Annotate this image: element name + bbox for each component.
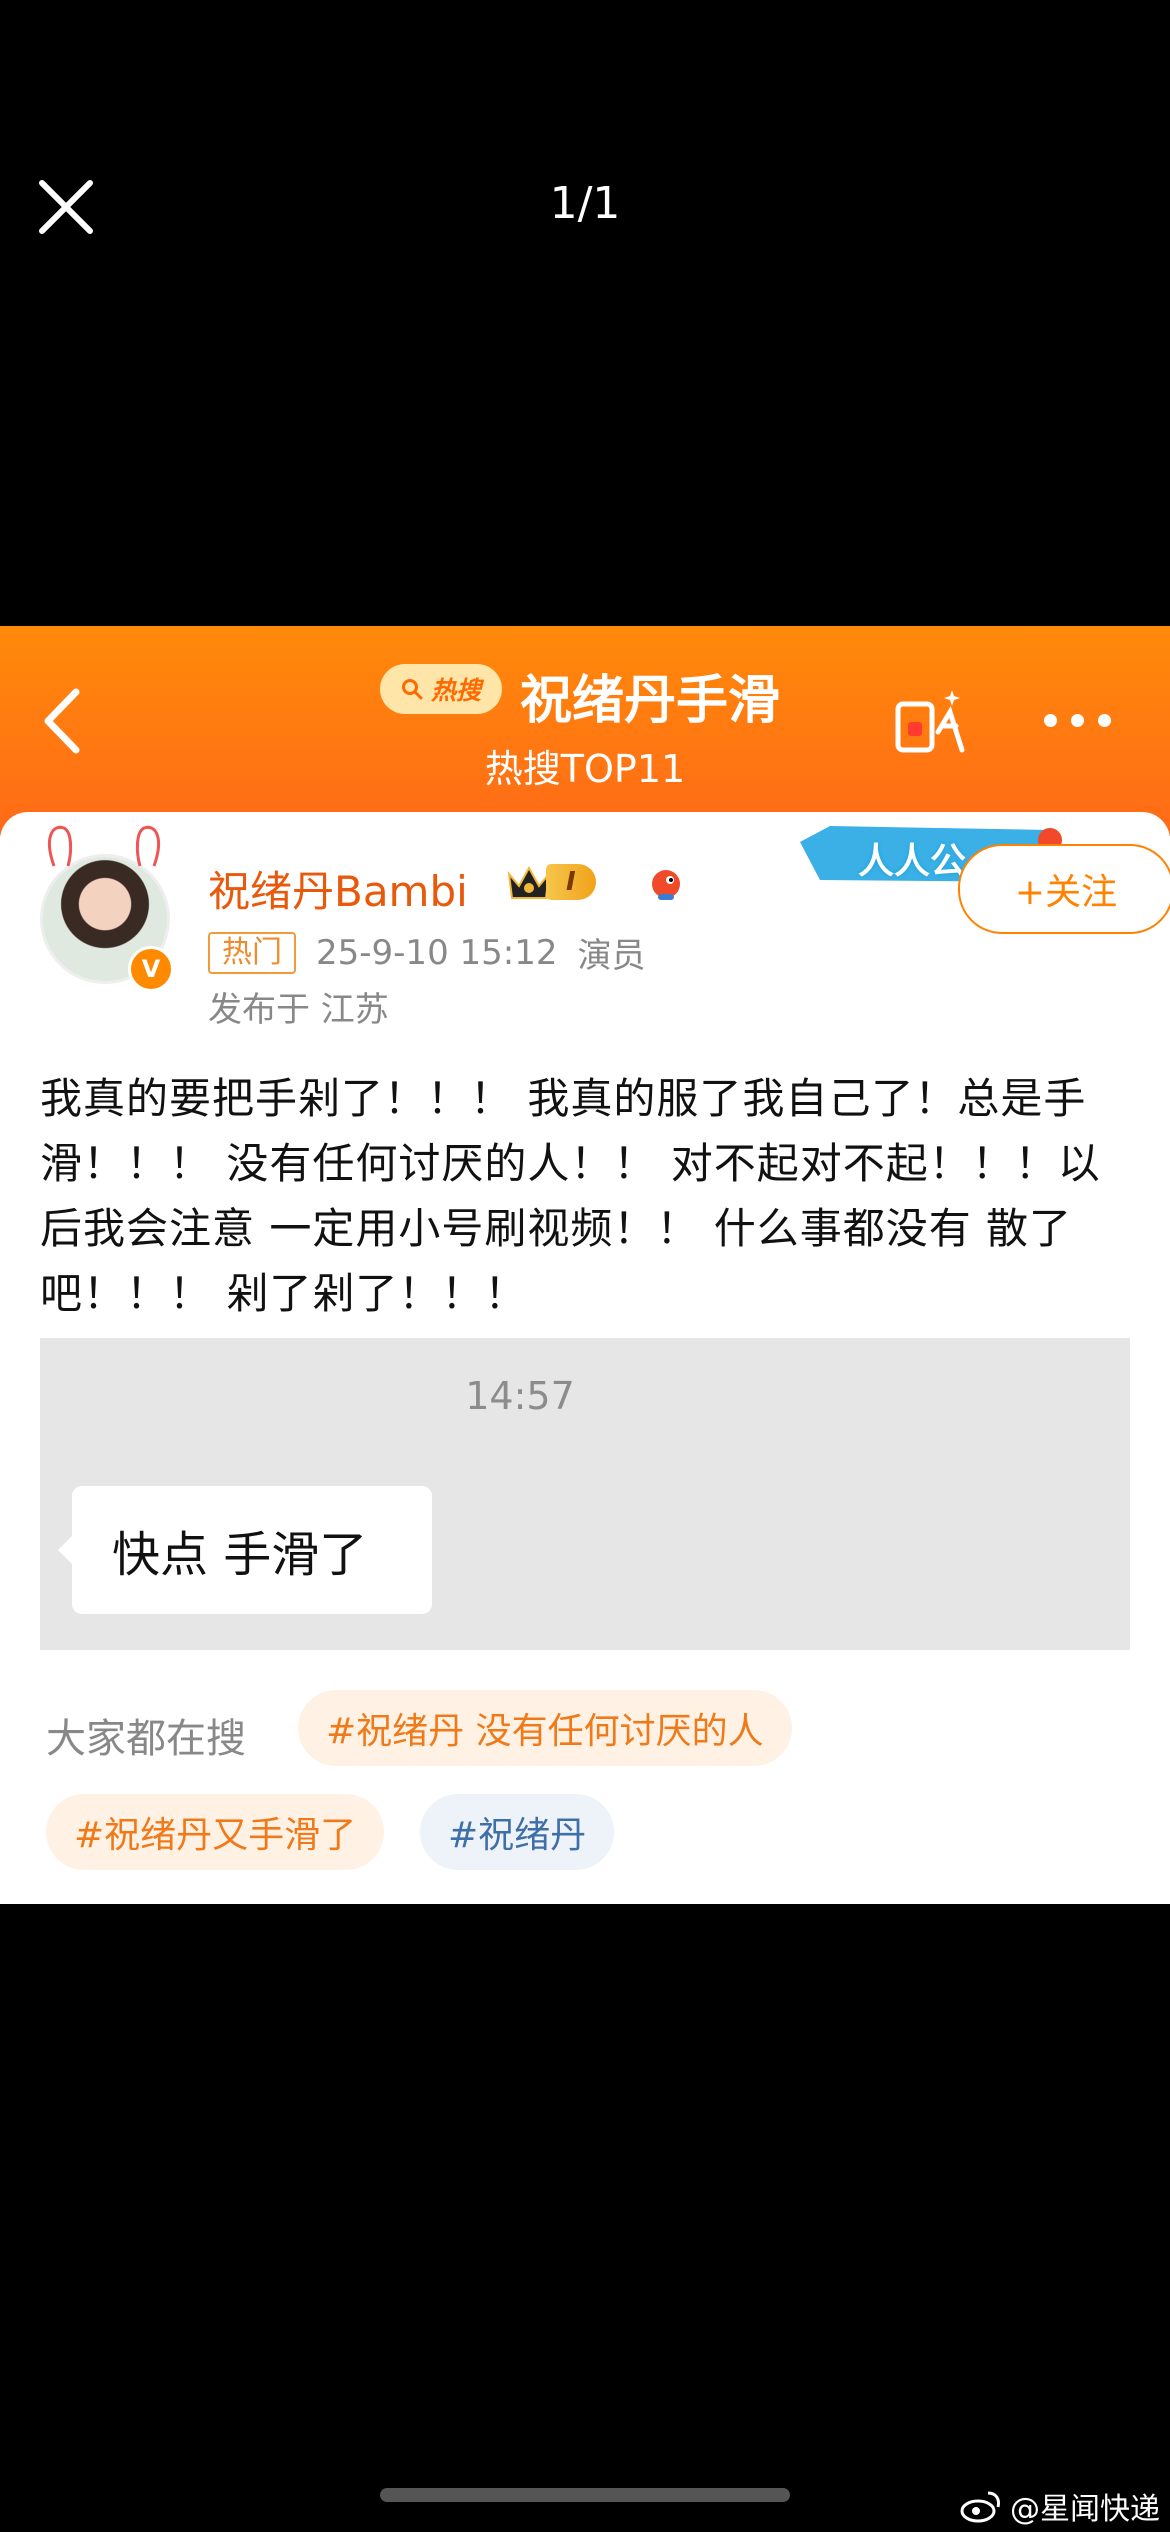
hot-tag: 热门 [208, 931, 296, 974]
hot-search-rank: 热搜TOP11 [484, 747, 686, 791]
watermark-text: @星闻快递 [1010, 2492, 1160, 2527]
home-indicator[interactable] [380, 2488, 790, 2502]
mascot-icon [646, 864, 686, 904]
hot-search-title: 祝绪丹手滑 [520, 671, 781, 731]
search-icon [401, 679, 423, 700]
bunny-ears-icon [48, 825, 160, 867]
viewer-top-bar: 1/1 [0, 0, 1170, 626]
page-counter: 1/1 [549, 178, 621, 229]
vip-badge: I [506, 856, 596, 908]
chat-bubble: 快点 手滑了 [58, 1486, 432, 1614]
screenshot-image: 热搜 祝绪丹手滑 热搜TOP11 V 祝绪丹Bambi I 人人公 +关注 热门… [0, 626, 1170, 1904]
watermark: @星闻快递 [960, 2484, 1160, 2528]
search-tag[interactable]: #祝绪丹 [420, 1794, 615, 1870]
post-meta: 热门 25-9-10 15:12 演员 [208, 928, 646, 977]
username[interactable]: 祝绪丹Bambi [208, 858, 468, 919]
follow-button[interactable]: +关注 [958, 844, 1170, 934]
more-icon[interactable] [1044, 714, 1111, 727]
search-tag[interactable]: #祝绪丹又手滑了 [46, 1794, 385, 1870]
search-label: 大家都在搜 [46, 1716, 246, 1762]
vip-level: I [546, 864, 596, 900]
post-card: V 祝绪丹Bambi I 人人公 +关注 热门 25-9-10 15:12 演员… [0, 812, 1170, 1904]
user-identity: 演员 [577, 936, 646, 976]
verified-badge-icon: V [128, 946, 174, 992]
search-tag[interactable]: #祝绪丹 没有任何讨厌的人 [298, 1690, 792, 1766]
avatar[interactable]: V [40, 825, 174, 992]
chat-screenshot[interactable]: 14:57 快点 手滑了 [40, 1338, 1130, 1650]
chat-time: 14:57 [465, 1374, 575, 1418]
red-packet-icon[interactable] [890, 682, 970, 762]
hot-search-header: 热搜 祝绪丹手滑 热搜TOP11 [0, 626, 1170, 836]
weibo-logo-icon [960, 2491, 1000, 2523]
campaign-banner-text: 人人公 [858, 841, 967, 882]
hot-search-pill: 热搜 [380, 664, 502, 714]
post-location: 发布于 江苏 [208, 990, 389, 1030]
post-text: 我真的要把手剁了！！！ 我真的服了我自己了！总是手滑！！！ 没有任何讨厌的人！！… [40, 1074, 1101, 1318]
post-time: 25-9-10 15:12 [316, 932, 558, 973]
hot-pill-label: 热搜 [430, 676, 481, 705]
